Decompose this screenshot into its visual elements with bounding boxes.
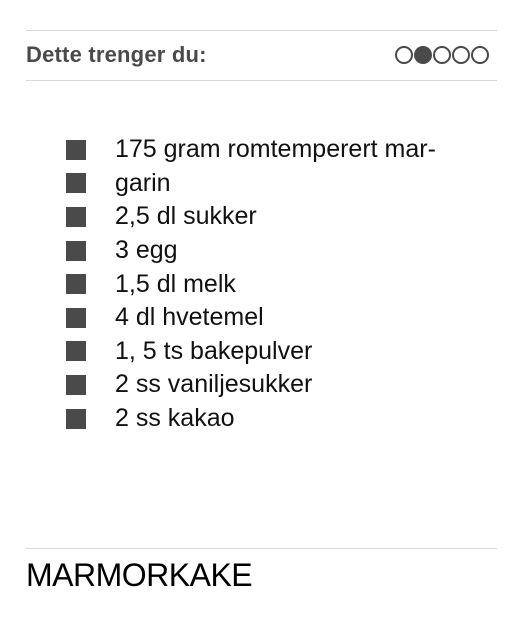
ingredient-item: 3 egg <box>66 234 436 268</box>
square-bullet-icon <box>66 307 86 328</box>
filled-circle-icon <box>414 46 432 64</box>
ingredients-header: Dette trenger du: <box>26 30 497 80</box>
ingredient-item: 2 ss vaniljesukker <box>66 368 436 402</box>
ingredient-text: 3 egg <box>115 236 178 265</box>
ingredient-text: 2 ss vaniljesukker <box>115 370 313 399</box>
ingredient-text: 1,5 dl melk <box>115 269 236 298</box>
difficulty-rating <box>395 46 489 64</box>
ingredient-text: 4 dl hvetemel <box>115 303 264 332</box>
ingredient-item: 175 gram romtemperert mar- <box>66 133 436 167</box>
ingredient-text: garin <box>115 168 171 197</box>
square-bullet-icon <box>66 240 86 261</box>
ingredient-text: 175 gram romtemperert mar- <box>115 135 436 164</box>
bottom-divider <box>26 548 497 549</box>
ingredient-text: 2,5 dl sukker <box>115 202 257 231</box>
empty-circle-icon <box>471 46 489 64</box>
ingredient-item: 4 dl hvetemel <box>66 301 436 335</box>
square-bullet-icon <box>66 274 86 295</box>
square-bullet-icon <box>66 206 86 227</box>
square-bullet-icon <box>66 173 86 194</box>
ingredient-item: 2 ss kakao <box>66 402 436 436</box>
square-bullet-icon <box>66 408 86 429</box>
ingredient-item: 1, 5 ts bakepulver <box>66 335 436 369</box>
ingredient-text: 2 ss kakao <box>115 404 235 433</box>
empty-circle-icon <box>395 46 413 64</box>
square-bullet-icon <box>66 341 86 362</box>
ingredient-text: 1, 5 ts bakepulver <box>115 336 313 365</box>
ingredient-list: 175 gram romtemperert mar-garin 2,5 dl su… <box>66 133 436 435</box>
recipe-title: MARMORKAKE <box>26 557 253 593</box>
empty-circle-icon <box>433 46 451 64</box>
ingredient-item: 2,5 dl sukker <box>66 200 436 234</box>
ingredients-heading: Dette trenger du: <box>26 42 207 67</box>
empty-circle-icon <box>452 46 470 64</box>
square-bullet-icon <box>66 374 86 395</box>
ingredient-item: 1,5 dl melk <box>66 267 436 301</box>
ingredient-item: garin <box>66 167 436 201</box>
header-divider <box>26 80 497 81</box>
square-bullet-icon <box>66 139 86 160</box>
